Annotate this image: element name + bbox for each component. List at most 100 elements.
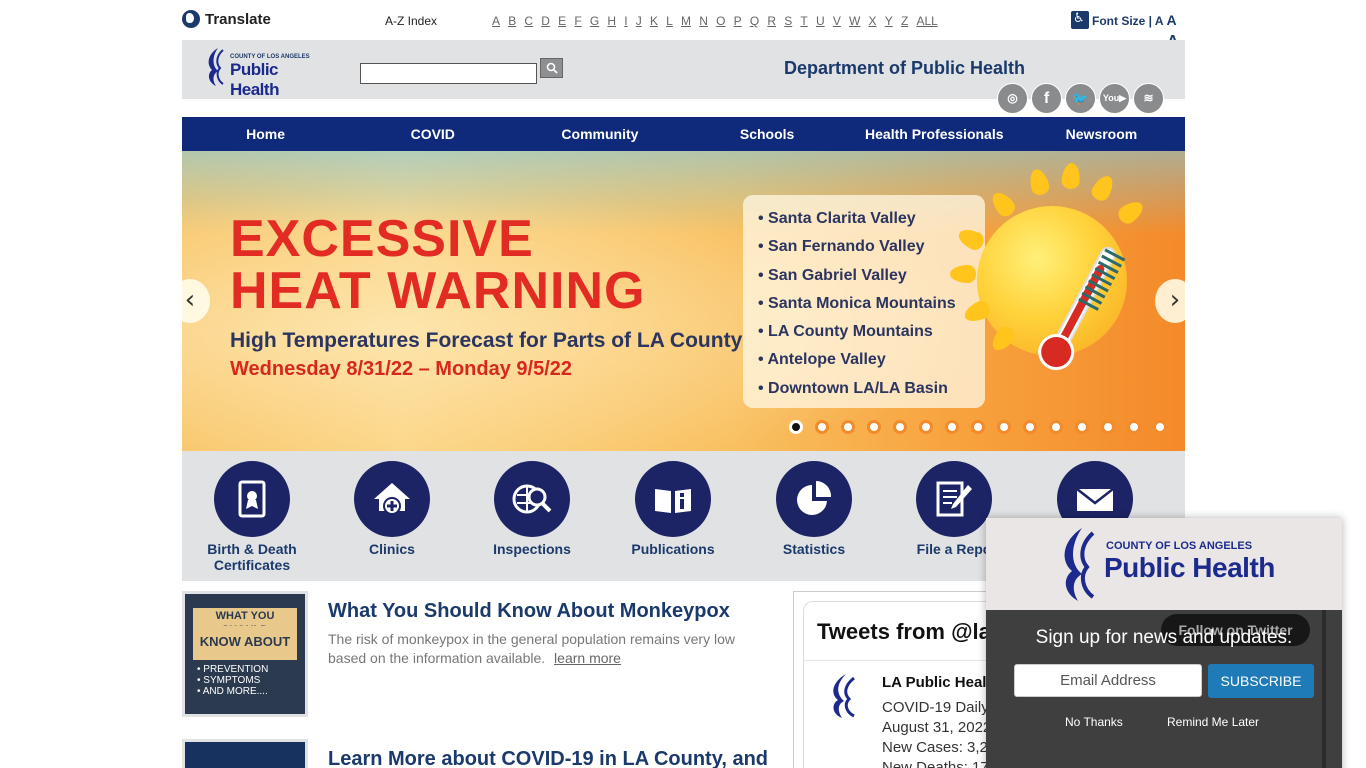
- az-letter-link[interactable]: T: [800, 14, 807, 28]
- translate-button[interactable]: Translate: [182, 10, 271, 28]
- az-letter-link[interactable]: F: [574, 14, 581, 28]
- carousel-dot[interactable]: [1153, 420, 1167, 434]
- news-title[interactable]: What You Should Know About Monkeypox: [328, 600, 730, 623]
- carousel-dot[interactable]: [1101, 420, 1115, 434]
- az-letter-link[interactable]: M: [681, 14, 691, 28]
- popup-header: COUNTY OF LOS ANGELES Public Health: [986, 518, 1342, 610]
- az-letter-link[interactable]: O: [716, 14, 725, 28]
- twitter-icon[interactable]: 🐦: [1065, 83, 1096, 114]
- nav-covid[interactable]: COVID: [349, 117, 516, 151]
- az-letter-link[interactable]: J: [636, 14, 642, 28]
- az-letter-link[interactable]: C: [524, 14, 533, 28]
- translate-label: Translate: [205, 10, 271, 28]
- banner-area-list: • Santa Clarita Valley • San Fernando Va…: [743, 195, 985, 408]
- hero-carousel[interactable]: EXCESSIVE HEAT WARNING High Temperatures…: [182, 151, 1185, 451]
- az-letter-link[interactable]: Z: [901, 14, 908, 28]
- learn-more-link[interactable]: learn more: [554, 650, 621, 666]
- nav-community[interactable]: Community: [516, 117, 683, 151]
- quick-link-inspections[interactable]: Inspections: [462, 461, 602, 557]
- az-letter-link[interactable]: L: [666, 14, 673, 28]
- certificate-icon: [214, 461, 290, 537]
- font-size-medium-link[interactable]: A: [1166, 12, 1176, 28]
- carousel-dot[interactable]: [919, 420, 933, 434]
- az-letter-link[interactable]: B: [508, 14, 516, 28]
- carousel-next-button[interactable]: ›: [1155, 279, 1185, 323]
- search-input[interactable]: [360, 63, 537, 84]
- quick-link-statistics[interactable]: Statistics: [744, 461, 884, 557]
- carousel-prev-button[interactable]: ‹: [182, 279, 210, 323]
- quick-link-label: Inspections: [493, 541, 571, 557]
- az-letter-link[interactable]: N: [699, 14, 708, 28]
- carousel-dot[interactable]: [997, 420, 1011, 434]
- font-size-small-link[interactable]: Font Size | A: [1092, 14, 1163, 28]
- facebook-icon[interactable]: f: [1031, 83, 1062, 114]
- az-letter-link[interactable]: ALL: [916, 14, 937, 28]
- email-field[interactable]: Email Address: [1014, 664, 1202, 697]
- carousel-dot[interactable]: [971, 420, 985, 434]
- youtube-icon[interactable]: You▶: [1099, 83, 1130, 114]
- az-letter-link[interactable]: W: [849, 14, 860, 28]
- az-letter-link[interactable]: Q: [750, 14, 759, 28]
- az-letter-link[interactable]: P: [734, 14, 742, 28]
- az-letter-link[interactable]: G: [590, 14, 599, 28]
- nav-home[interactable]: Home: [182, 117, 349, 151]
- sun-ray-icon: [1060, 162, 1082, 190]
- carousel-dot[interactable]: [1049, 420, 1063, 434]
- subscribe-button[interactable]: SUBSCRIBE: [1208, 664, 1314, 698]
- az-letter-link[interactable]: H: [607, 14, 616, 28]
- banner-dates: Wednesday 8/31/22 – Monday 9/5/22: [230, 358, 573, 380]
- az-letter-link[interactable]: U: [816, 14, 825, 28]
- avatar[interactable]: [824, 672, 864, 720]
- quick-link-clinics[interactable]: Clinics: [322, 461, 462, 557]
- az-letter-link[interactable]: X: [869, 14, 877, 28]
- newsletter-popup: COUNTY OF LOS ANGELES Public Health Foll…: [986, 518, 1342, 768]
- site-logo[interactable]: COUNTY OF LOS ANGELES Public Health: [204, 46, 324, 99]
- az-letter-link[interactable]: Y: [885, 14, 893, 28]
- nav-health-professionals[interactable]: Health Professionals: [851, 117, 1018, 151]
- thumbnail-bullet: PREVENTION: [197, 664, 268, 675]
- news-title[interactable]: Learn More about COVID-19 in LA County, …: [328, 748, 768, 768]
- sun-ray-icon: [1026, 167, 1052, 197]
- carousel-dot[interactable]: [789, 420, 803, 434]
- carousel-dot[interactable]: [893, 420, 907, 434]
- carousel-dot[interactable]: [1023, 420, 1037, 434]
- banner-area-item: • LA County Mountains: [758, 323, 933, 341]
- no-thanks-link[interactable]: No Thanks: [1065, 715, 1123, 729]
- social-links: ◎ f 🐦 You▶ ≋: [997, 83, 1164, 114]
- carousel-dot[interactable]: [841, 420, 855, 434]
- remind-me-later-link[interactable]: Remind Me Later: [1167, 715, 1259, 729]
- banner-title-line2: HEAT WARNING: [230, 262, 646, 320]
- az-letter-link[interactable]: I: [624, 14, 627, 28]
- az-letter-link[interactable]: K: [650, 14, 658, 28]
- accessibility-icon: [1071, 11, 1089, 29]
- instagram-icon[interactable]: ◎: [997, 83, 1028, 114]
- quick-link-label: Clinics: [369, 541, 415, 557]
- banner-area-item: • San Fernando Valley: [758, 238, 925, 256]
- news-thumbnail-covid[interactable]: [182, 739, 308, 768]
- carousel-dot[interactable]: [1075, 420, 1089, 434]
- az-letter-link[interactable]: E: [558, 14, 566, 28]
- site-header: COUNTY OF LOS ANGELES Public Health Depa…: [182, 40, 1185, 114]
- logo-swoosh-icon: [1064, 528, 1095, 601]
- search-button[interactable]: [540, 58, 563, 78]
- nav-schools[interactable]: Schools: [684, 117, 851, 151]
- carousel-dot[interactable]: [945, 420, 959, 434]
- quick-link-certificates[interactable]: Birth & Death Certificates: [182, 461, 322, 573]
- az-letter-link[interactable]: S: [784, 14, 792, 28]
- nav-newsroom[interactable]: Newsroom: [1018, 117, 1185, 151]
- az-letter-link[interactable]: A: [492, 14, 500, 28]
- news-thumbnail-monkeypox[interactable]: WHAT YOU SHOULD KNOW ABOUT MONKEYPOX PRE…: [182, 591, 308, 717]
- carousel-dot[interactable]: [815, 420, 829, 434]
- carousel-dot[interactable]: [1127, 420, 1141, 434]
- banner-title-line1: EXCESSIVE: [230, 210, 534, 268]
- globe-icon: [182, 10, 200, 28]
- az-letter-link[interactable]: V: [833, 14, 841, 28]
- carousel-dot[interactable]: [867, 420, 881, 434]
- quick-link-publications[interactable]: Publications: [603, 461, 743, 557]
- spotify-icon[interactable]: ≋: [1133, 83, 1164, 114]
- az-letter-link[interactable]: D: [541, 14, 550, 28]
- thumbnail-bullet: AND MORE....: [197, 686, 268, 697]
- font-size-control: Font Size | A A A: [1071, 11, 1179, 50]
- search-icon: [546, 62, 558, 74]
- az-letter-link[interactable]: R: [767, 14, 776, 28]
